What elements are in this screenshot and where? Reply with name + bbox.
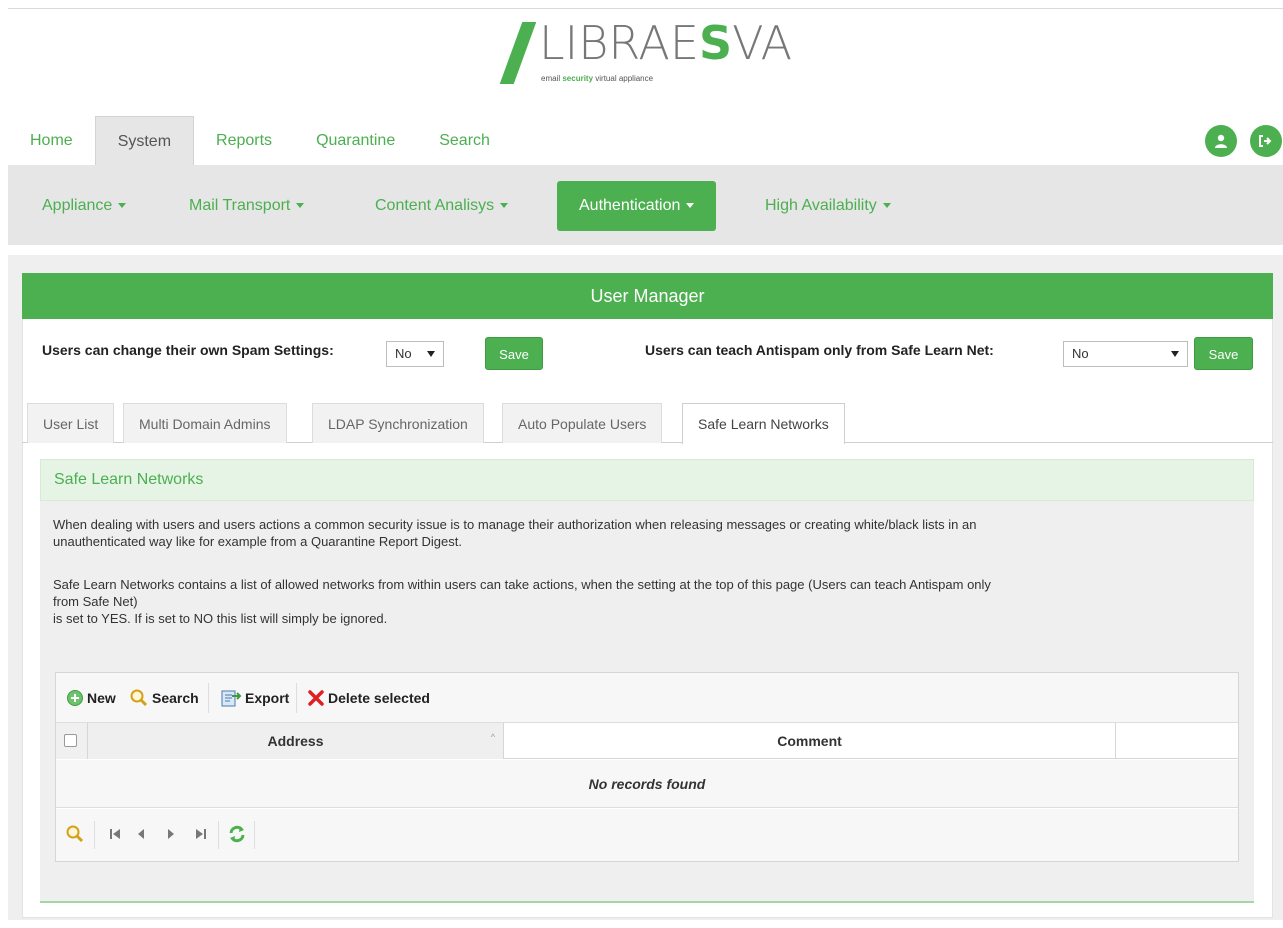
select-all-checkbox[interactable]	[64, 734, 77, 747]
chevron-down-icon	[882, 203, 891, 209]
menu-mail-transport[interactable]: Mail Transport	[167, 181, 326, 231]
description-paragraph-1: When dealing with users and users action…	[53, 516, 1233, 550]
grid-toolbar: New Search Export Delete selected	[56, 673, 1238, 723]
plus-circle-icon	[67, 690, 83, 706]
tab-search[interactable]: Search	[417, 116, 512, 165]
logo-tagline: email security virtual appliance	[541, 74, 654, 83]
tab-user-list[interactable]: User List	[27, 403, 115, 443]
tab-auto-populate-users[interactable]: Auto Populate Users	[502, 403, 663, 443]
logout-button[interactable]	[1250, 125, 1282, 157]
chevron-down-icon	[296, 203, 305, 209]
column-actions	[1116, 723, 1238, 759]
logo-slash	[499, 22, 537, 84]
tab-ldap-synchronization[interactable]: LDAP Synchronization	[312, 403, 484, 443]
sort-icon: ^	[490, 732, 495, 742]
pager-divider	[218, 821, 219, 849]
menu-appliance[interactable]: Appliance	[20, 181, 148, 231]
refresh-icon	[229, 825, 245, 843]
prev-page-icon	[138, 829, 144, 839]
chevron-down-icon	[500, 203, 509, 209]
menu-high-availability[interactable]: High Availability	[743, 181, 913, 231]
delete-selected-button[interactable]: Delete selected	[307, 687, 430, 709]
menu-content-analisys[interactable]: Content Analisys	[353, 181, 530, 231]
last-page-button[interactable]	[190, 823, 212, 845]
chevron-down-icon	[118, 203, 127, 209]
refresh-button[interactable]	[226, 823, 248, 845]
tab-quarantine[interactable]: Quarantine	[294, 116, 417, 165]
description-line: unauthenticated way like for example fro…	[53, 534, 462, 549]
next-page-icon	[168, 829, 174, 839]
column-address[interactable]: Address ^	[88, 723, 504, 759]
tab-reports[interactable]: Reports	[194, 116, 294, 165]
tab-safe-learn-networks[interactable]: Safe Learn Networks	[682, 403, 845, 444]
grid-header: Address ^ Comment	[56, 723, 1238, 759]
export-icon	[221, 690, 242, 707]
main-nav: Home System Reports Quarantine Search	[8, 116, 512, 165]
last-page-icon	[196, 829, 206, 839]
select-all-cell	[56, 723, 88, 759]
pager-search-button[interactable]	[64, 823, 86, 845]
menu-authentication[interactable]: Authentication	[557, 181, 717, 231]
panel-title: User Manager	[22, 273, 1273, 319]
magnifier-icon	[130, 689, 148, 707]
logout-icon	[1259, 135, 1272, 147]
search-button[interactable]: Search	[129, 687, 199, 709]
save-safe-learn-button[interactable]: Save	[1194, 337, 1253, 370]
user-profile-button[interactable]	[1205, 125, 1237, 157]
grid-pager	[56, 809, 1238, 861]
export-button[interactable]: Export	[220, 687, 289, 709]
section-nav: Appliance Mail Transport Content Analisy…	[8, 165, 1283, 245]
logo-wordmark: LIBRAESVA	[539, 16, 793, 70]
prev-page-button[interactable]	[130, 823, 152, 845]
pager-divider	[94, 821, 95, 849]
red-x-icon	[308, 690, 324, 706]
tab-system[interactable]: System	[94, 116, 195, 165]
chevron-down-icon	[1171, 351, 1179, 357]
description-paragraph-2: Safe Learn Networks contains a list of a…	[53, 576, 1233, 627]
description-line: Safe Learn Networks contains a list of a…	[53, 577, 991, 592]
first-page-button[interactable]	[104, 823, 126, 845]
user-icon	[1215, 134, 1227, 148]
safe-learn-net-label: Users can teach Antispam only from Safe …	[645, 342, 994, 358]
section-title: Safe Learn Networks	[40, 459, 1254, 501]
save-spam-settings-button[interactable]: Save	[485, 337, 543, 370]
spam-settings-select[interactable]: No	[386, 341, 444, 367]
magnifier-icon	[66, 825, 84, 843]
tab-home[interactable]: Home	[8, 116, 95, 165]
libraesva-logo[interactable]: LIBRAESVA email security virtual applian…	[499, 16, 795, 90]
new-button[interactable]: New	[66, 687, 116, 709]
empty-message: No records found	[56, 760, 1238, 808]
column-comment[interactable]: Comment	[504, 723, 1116, 759]
description-line: is set to YES. If is set to NO this list…	[53, 611, 388, 626]
safe-learn-net-select[interactable]: No	[1063, 341, 1188, 367]
spam-settings-label: Users can change their own Spam Settings…	[42, 342, 334, 358]
chevron-down-icon	[686, 203, 695, 209]
chevron-down-icon	[427, 351, 435, 357]
first-page-icon	[110, 829, 120, 839]
toolbar-divider	[296, 683, 297, 713]
description-line: from Safe Net)	[53, 594, 138, 609]
user-manager-tabs: User List Multi Domain Admins LDAP Synch…	[22, 403, 1273, 444]
next-page-button[interactable]	[160, 823, 182, 845]
toolbar-divider	[208, 683, 209, 713]
pager-divider	[254, 821, 255, 849]
description-line: When dealing with users and users action…	[53, 517, 977, 532]
tab-multi-domain-admins[interactable]: Multi Domain Admins	[123, 403, 287, 443]
